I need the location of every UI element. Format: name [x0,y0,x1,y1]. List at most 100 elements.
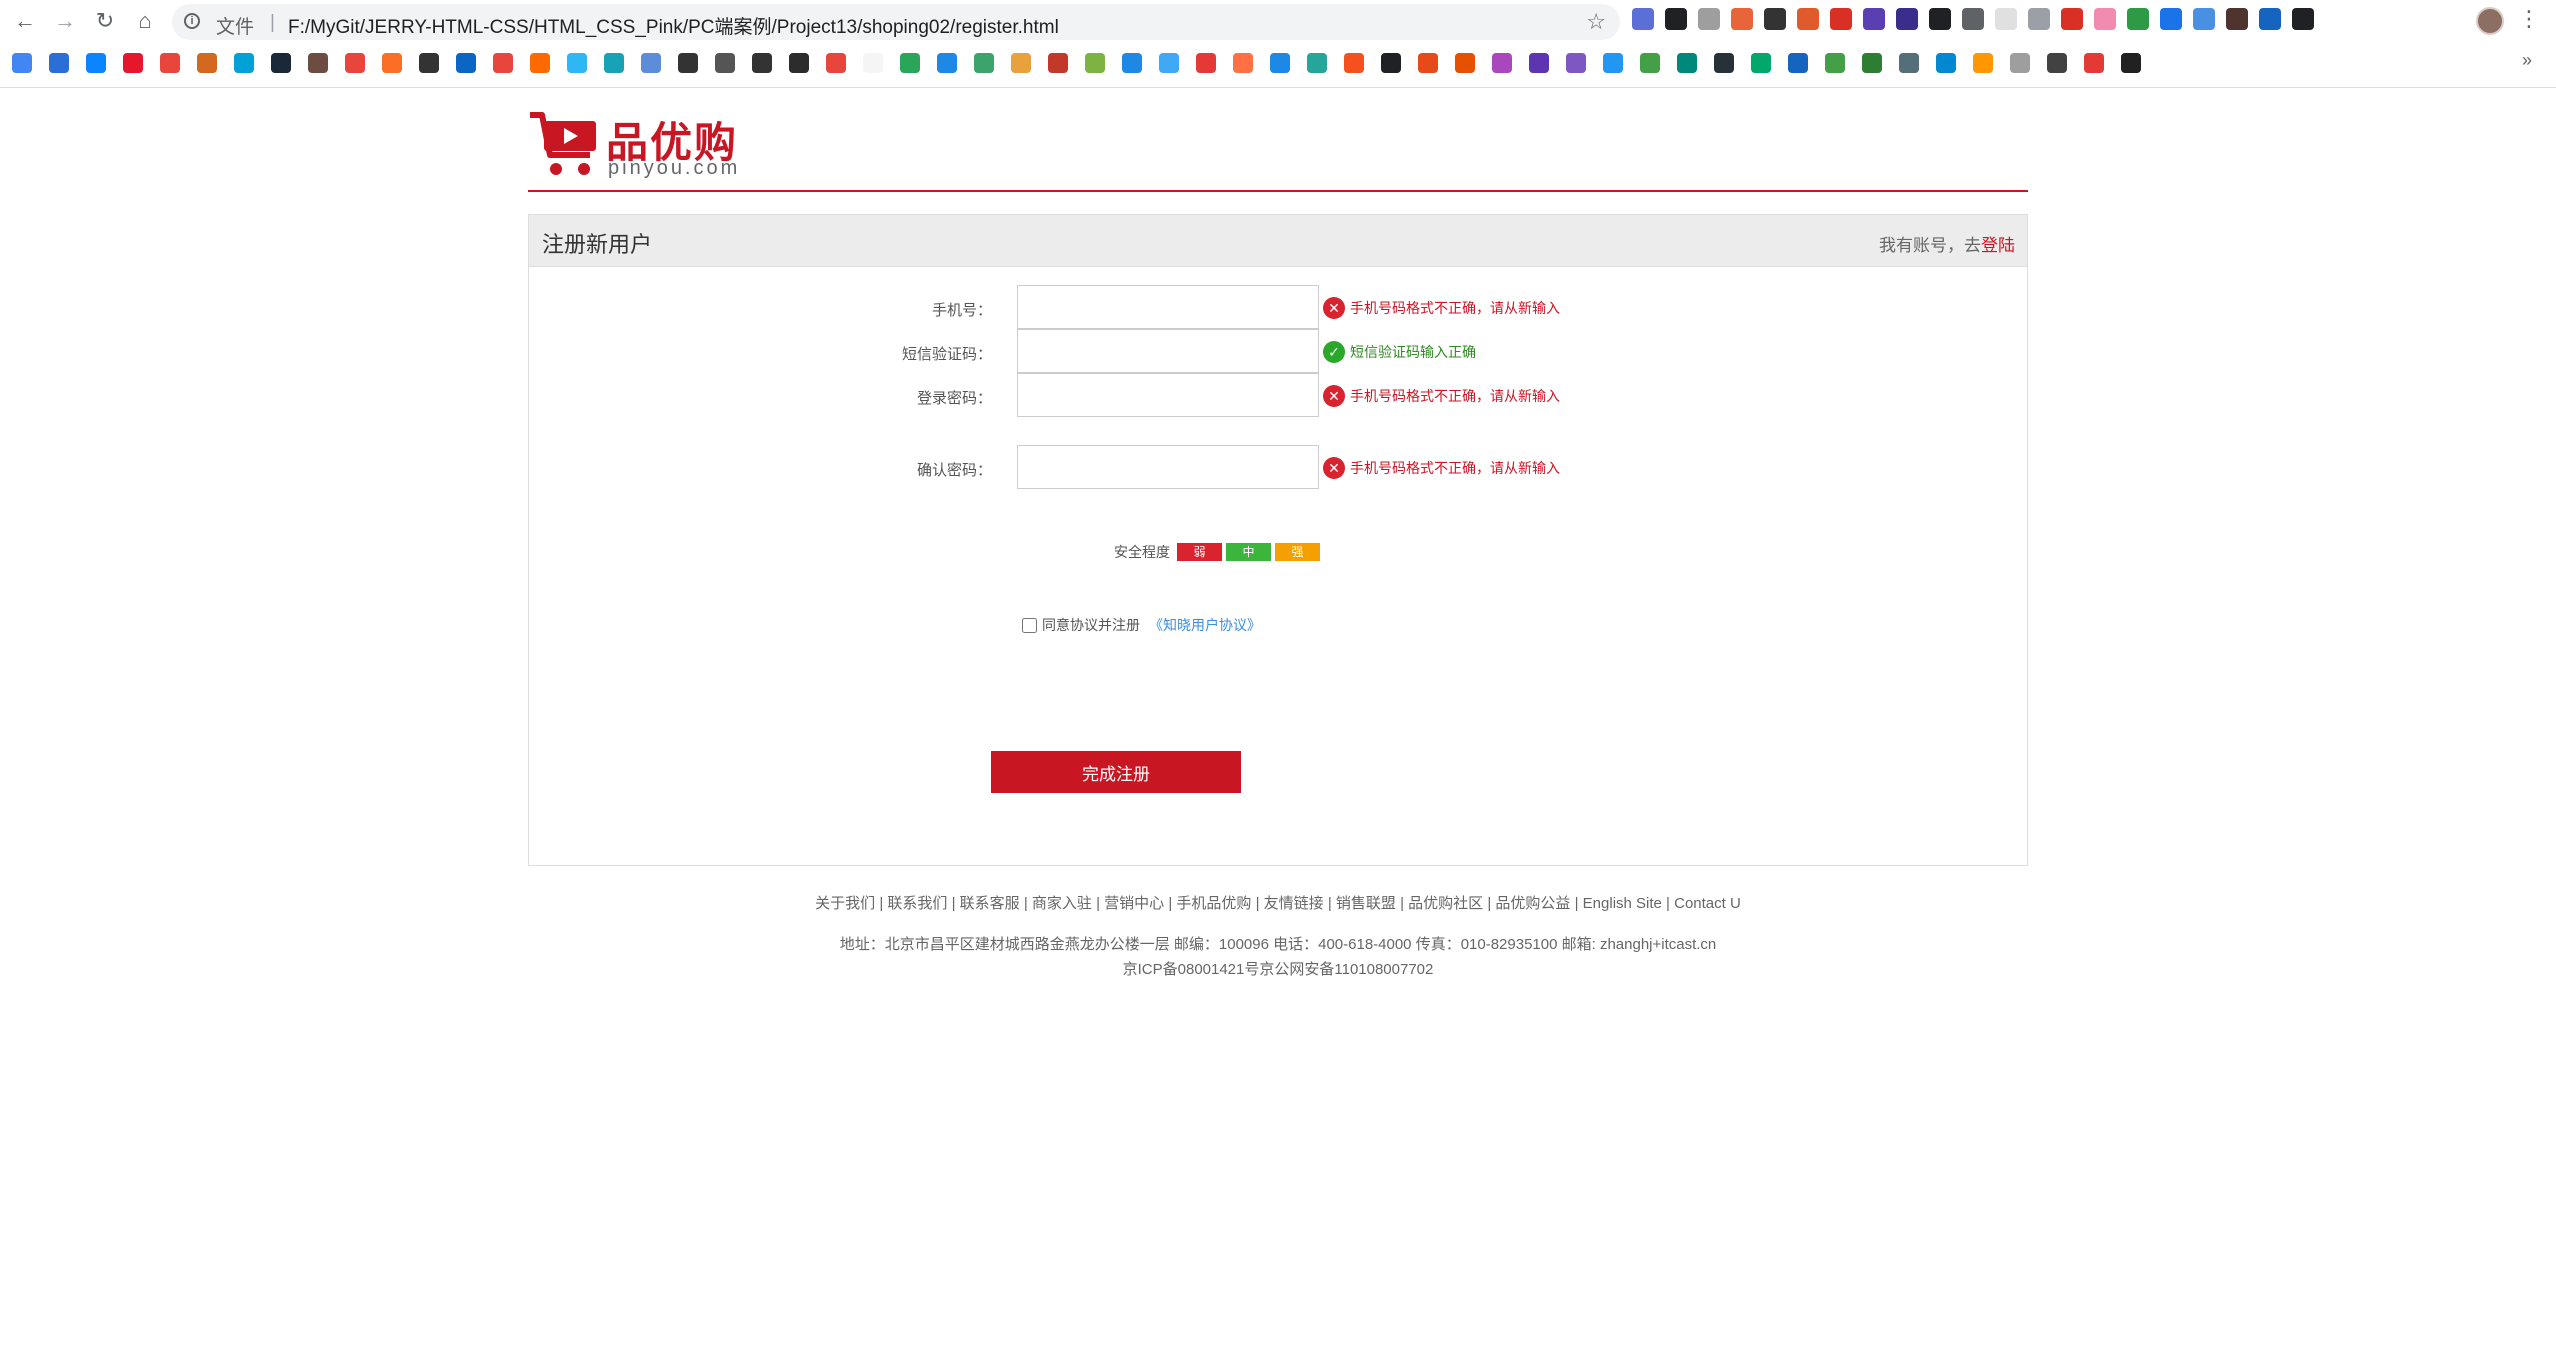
extension-icon[interactable] [1698,8,1720,30]
bookmark-icon[interactable] [1418,53,1438,73]
bookmark-icon[interactable] [1862,53,1882,73]
reload-icon[interactable]: ↻ [88,6,122,36]
bookmark-icon[interactable] [12,53,32,73]
sms-code-input[interactable] [1017,329,1319,373]
bookmark-icon[interactable] [530,53,550,73]
bookmark-icon[interactable] [974,53,994,73]
bookmark-icon[interactable] [308,53,328,73]
phone-input[interactable] [1017,285,1319,329]
bookmark-icon[interactable] [1640,53,1660,73]
url-text[interactable]: F:/MyGit/JERRY-HTML-CSS/HTML_CSS_Pink/PC… [288,12,1059,39]
bookmark-icon[interactable] [419,53,439,73]
bookmark-icon[interactable] [1085,53,1105,73]
bookmark-icon[interactable] [1233,53,1253,73]
footer-link[interactable]: 友情链接 [1264,895,1324,912]
footer-link[interactable]: 销售联盟 [1336,895,1396,912]
bookmark-star-icon[interactable]: ☆ [1586,9,1606,35]
bookmark-icon[interactable] [2010,53,2030,73]
extension-icon[interactable] [2061,8,2083,30]
info-icon[interactable]: i [184,13,200,29]
bookmark-icon[interactable] [1492,53,1512,73]
bookmark-icon[interactable] [641,53,661,73]
bookmark-icon[interactable] [604,53,624,73]
footer-link[interactable]: 商家入驻 [1032,895,1092,912]
footer-link[interactable]: 联系我们 [887,895,947,912]
bookmark-icon[interactable] [1122,53,1142,73]
bookmark-icon[interactable] [197,53,217,73]
agree-checkbox[interactable] [1022,617,1037,633]
footer-link[interactable]: 品优购公益 [1495,895,1570,912]
bookmark-icon[interactable] [1270,53,1290,73]
footer-link[interactable]: 营销中心 [1104,895,1164,912]
bookmark-icon[interactable] [1455,53,1475,73]
bookmarks-overflow-icon[interactable]: » [2522,50,2532,71]
bookmark-icon[interactable] [345,53,365,73]
menu-icon[interactable]: ⋮ [2518,6,2540,32]
profile-avatar-icon[interactable] [2476,7,2504,35]
login-link[interactable]: 登陆 [1981,236,2015,255]
bookmark-icon[interactable] [493,53,513,73]
extension-icon[interactable] [2259,8,2281,30]
extension-icon[interactable] [1962,8,1984,30]
extension-icon[interactable] [1896,8,1918,30]
extension-icon[interactable] [1665,8,1687,30]
bookmark-icon[interactable] [1899,53,1919,73]
forward-icon[interactable]: → [48,6,82,36]
bookmark-icon[interactable] [567,53,587,73]
bookmark-icon[interactable] [1566,53,1586,73]
bookmark-icon[interactable] [49,53,69,73]
bookmark-icon[interactable] [1825,53,1845,73]
bookmark-icon[interactable] [1011,53,1031,73]
bookmark-icon[interactable] [86,53,106,73]
bookmark-icon[interactable] [2121,53,2141,73]
bookmark-icon[interactable] [1529,53,1549,73]
extension-icon[interactable] [1929,8,1951,30]
bookmark-icon[interactable] [1751,53,1771,73]
extension-icon[interactable] [2160,8,2182,30]
user-agreement-link[interactable]: 《知晓用户协议》 [1149,615,1261,635]
address-bar[interactable]: i 文件 | F:/MyGit/JERRY-HTML-CSS/HTML_CSS_… [172,4,1620,40]
extension-icon[interactable] [1995,8,2017,30]
bookmark-icon[interactable] [900,53,920,73]
footer-link[interactable]: 手机品优购 [1176,895,1251,912]
footer-link[interactable]: Contact U [1674,895,1741,912]
extension-icon[interactable] [1632,8,1654,30]
bookmark-icon[interactable] [2084,53,2104,73]
bookmark-icon[interactable] [1381,53,1401,73]
bookmark-icon[interactable] [937,53,957,73]
bookmark-icon[interactable] [863,53,883,73]
bookmark-icon[interactable] [1344,53,1364,73]
extension-icon[interactable] [1797,8,1819,30]
extension-icon[interactable] [1764,8,1786,30]
home-icon[interactable]: ⌂ [128,6,162,36]
extension-icon[interactable] [1731,8,1753,30]
bookmark-icon[interactable] [1788,53,1808,73]
bookmark-icon[interactable] [1936,53,1956,73]
bookmark-icon[interactable] [1159,53,1179,73]
extension-icon[interactable] [2127,8,2149,30]
extension-icon[interactable] [2094,8,2116,30]
bookmark-icon[interactable] [456,53,476,73]
bookmark-icon[interactable] [234,53,254,73]
extension-icon[interactable] [2028,8,2050,30]
bookmark-icon[interactable] [1973,53,1993,73]
footer-link[interactable]: 品优购社区 [1408,895,1483,912]
footer-link[interactable]: English Site [1583,895,1662,912]
extension-icon[interactable] [2226,8,2248,30]
bookmark-icon[interactable] [1196,53,1216,73]
bookmark-icon[interactable] [382,53,402,73]
bookmark-icon[interactable] [789,53,809,73]
bookmark-icon[interactable] [123,53,143,73]
footer-link[interactable]: 联系客服 [960,895,1020,912]
extension-icon[interactable] [2193,8,2215,30]
bookmark-icon[interactable] [271,53,291,73]
password-input[interactable] [1017,373,1319,417]
bookmark-icon[interactable] [826,53,846,73]
bookmark-icon[interactable] [752,53,772,73]
logo[interactable]: 品优购 pinyou.com [528,109,758,179]
footer-link[interactable]: 关于我们 [815,895,875,912]
back-icon[interactable]: ← [8,6,42,36]
confirm-password-input[interactable] [1017,445,1319,489]
bookmark-icon[interactable] [1714,53,1734,73]
bookmark-icon[interactable] [715,53,735,73]
